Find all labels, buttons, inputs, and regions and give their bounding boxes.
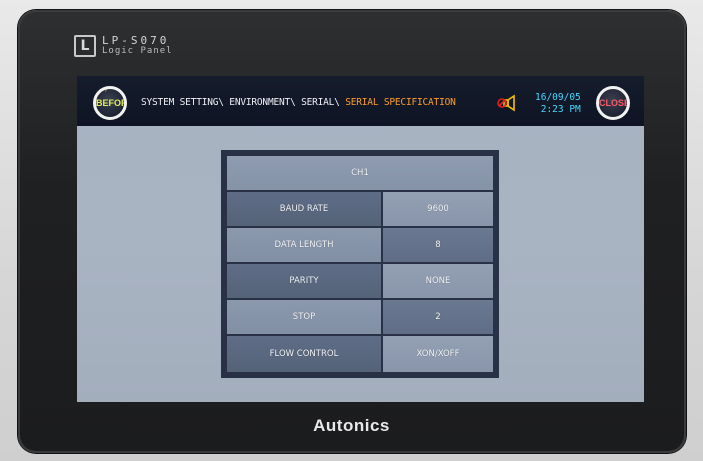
flow-control-value[interactable]: XON/XOFF (383, 336, 493, 372)
parity-label: PARITY (227, 264, 381, 298)
data-length-label: DATA LENGTH (227, 228, 381, 262)
parity-value[interactable]: NONE (383, 264, 493, 298)
back-arrow-icon (105, 89, 121, 96)
device-subtitle: Logic Panel (102, 46, 173, 56)
close-button-label: CLOSE (599, 98, 630, 108)
before-button-label: BEFORE (96, 98, 127, 108)
baud-rate-value[interactable]: 9600 (383, 192, 493, 226)
close-button[interactable]: CLOSE (596, 86, 630, 120)
before-button[interactable]: BEFORE (93, 86, 127, 120)
stop-value[interactable]: 2 (383, 300, 493, 334)
breadcrumb-path: SYSTEM SETTING\ ENVIRONMENT\ SERIAL\ (141, 97, 346, 108)
top-bar: BEFORE SYSTEM SETTING\ ENVIRONMENT\ SERI… (77, 76, 644, 126)
time-text: 2:23 PM (540, 104, 581, 115)
flow-control-label: FLOW CONTROL (227, 336, 381, 372)
breadcrumb-current: SERIAL SPECIFICATION (345, 97, 456, 108)
serial-spec-table: CH1 BAUD RATE 9600 DATA LENGTH 8 PARITY … (221, 150, 499, 378)
speaker-muted-icon[interactable] (497, 94, 519, 112)
hmi-screen: BEFORE SYSTEM SETTING\ ENVIRONMENT\ SERI… (77, 76, 644, 402)
channel-header: CH1 (227, 156, 493, 190)
device-logo-icon: L (74, 35, 96, 57)
stop-label: STOP (227, 300, 381, 334)
manufacturer-logo: Autonics (313, 416, 390, 435)
breadcrumb: SYSTEM SETTING\ ENVIRONMENT\ SERIAL\ SER… (141, 97, 456, 108)
baud-rate-label: BAUD RATE (227, 192, 381, 226)
device-brand: L LP-S070 Logic Panel (74, 34, 196, 57)
data-length-value[interactable]: 8 (383, 228, 493, 262)
date-time-display: 16/09/05 2:23 PM (535, 92, 581, 116)
date-text: 16/09/05 (535, 92, 581, 103)
